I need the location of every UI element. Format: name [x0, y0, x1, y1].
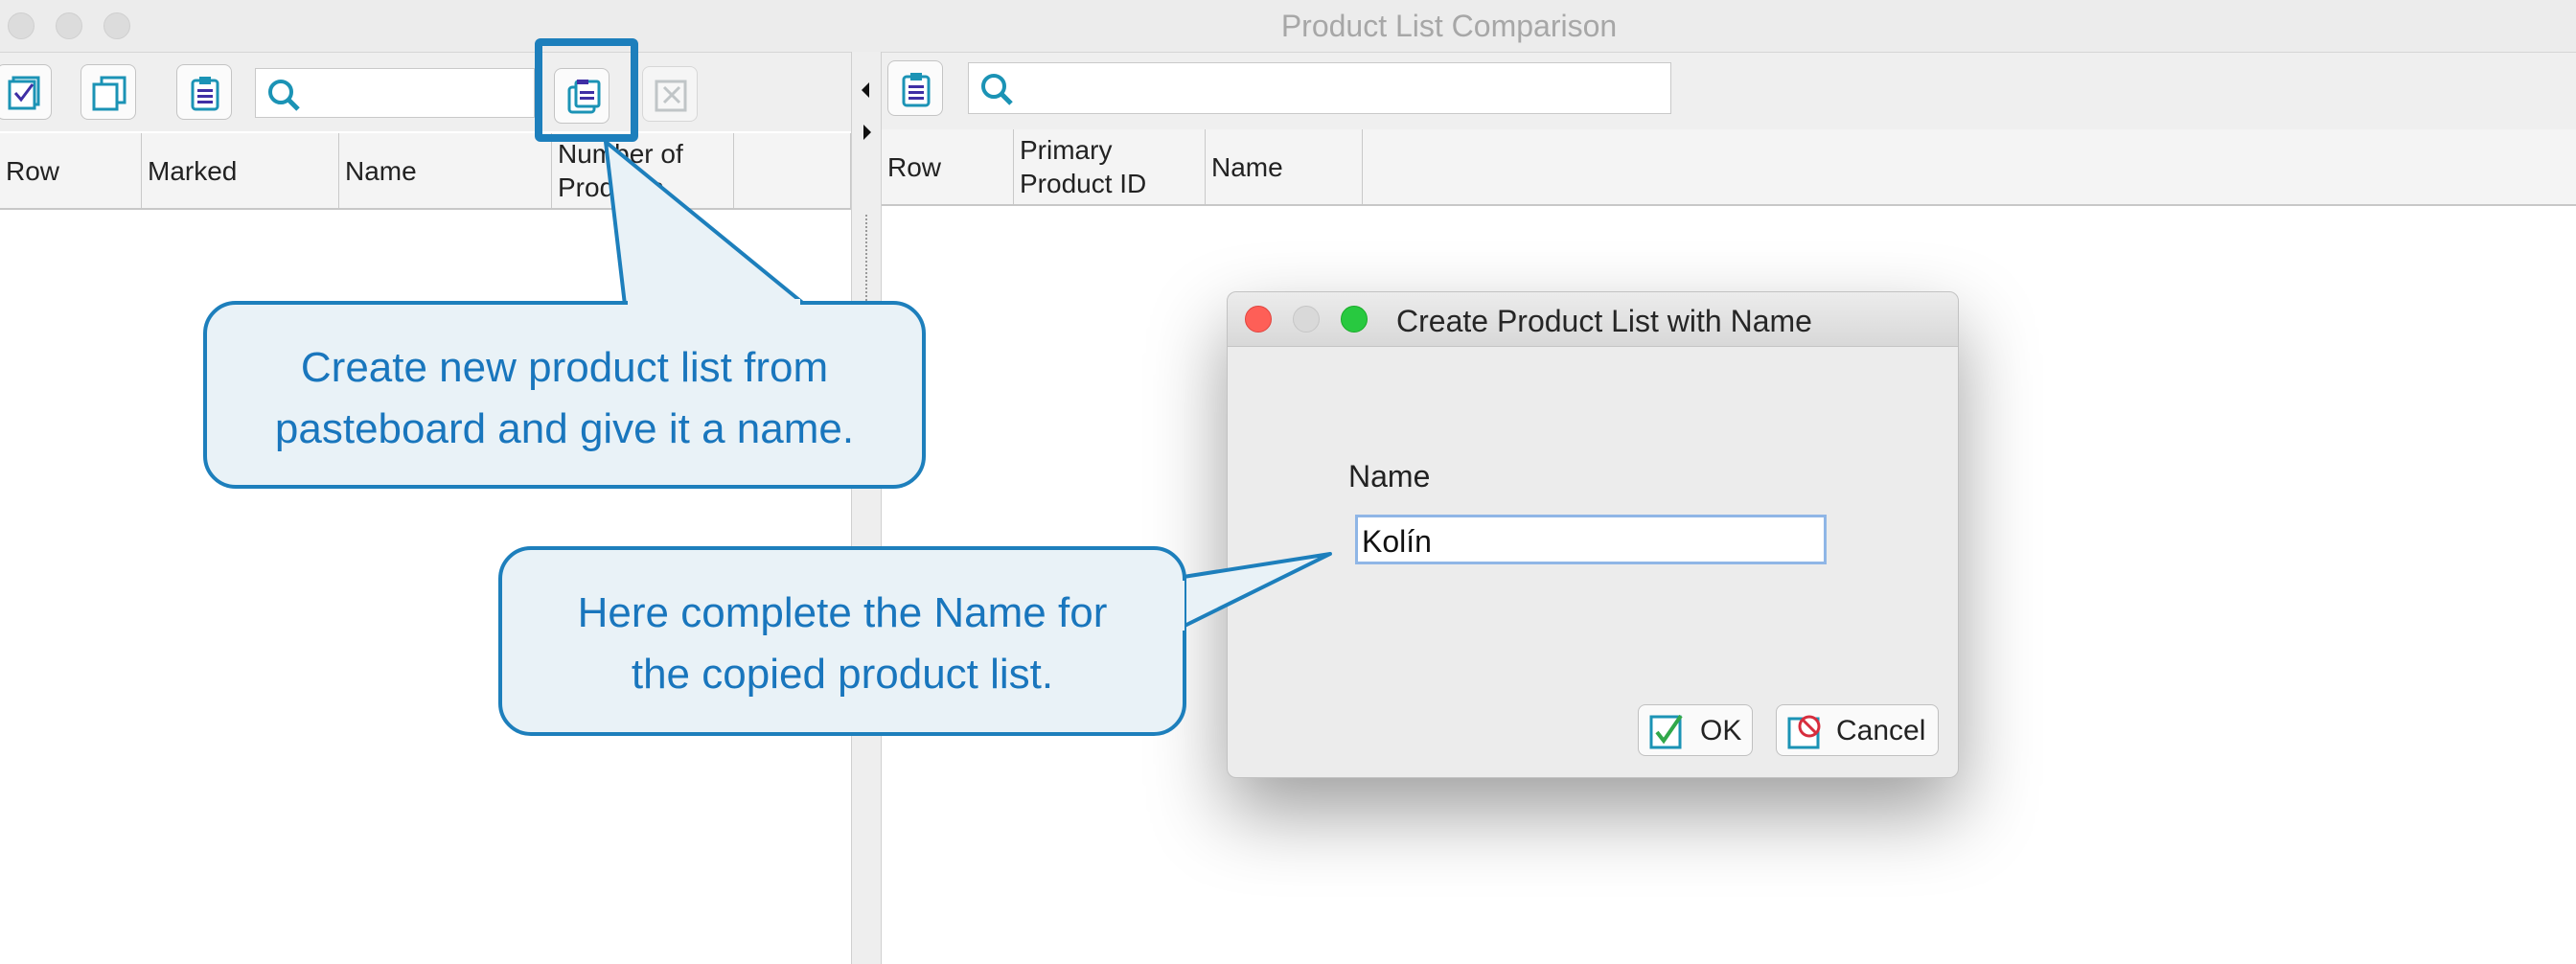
bottom-callout-pointer: [1169, 552, 1332, 634]
top-callout-line-2: pasteboard and give it a name.: [274, 405, 855, 452]
top-callout-pointer: [604, 140, 807, 307]
bottom-callout-line-2: the copied product list.: [631, 651, 1054, 698]
bottom-pointer-join: [1175, 581, 1184, 631]
bottom-callout-line-1: Here complete the Name for: [577, 589, 1108, 636]
bottom-callout: Here complete the Name for the copied pr…: [498, 546, 1186, 736]
top-callout: Create new product list from pasteboard …: [203, 301, 926, 489]
top-callout-line-1: Create new product list from: [300, 344, 829, 391]
top-pointer-join: [628, 299, 800, 307]
highlight-box: [535, 38, 638, 142]
